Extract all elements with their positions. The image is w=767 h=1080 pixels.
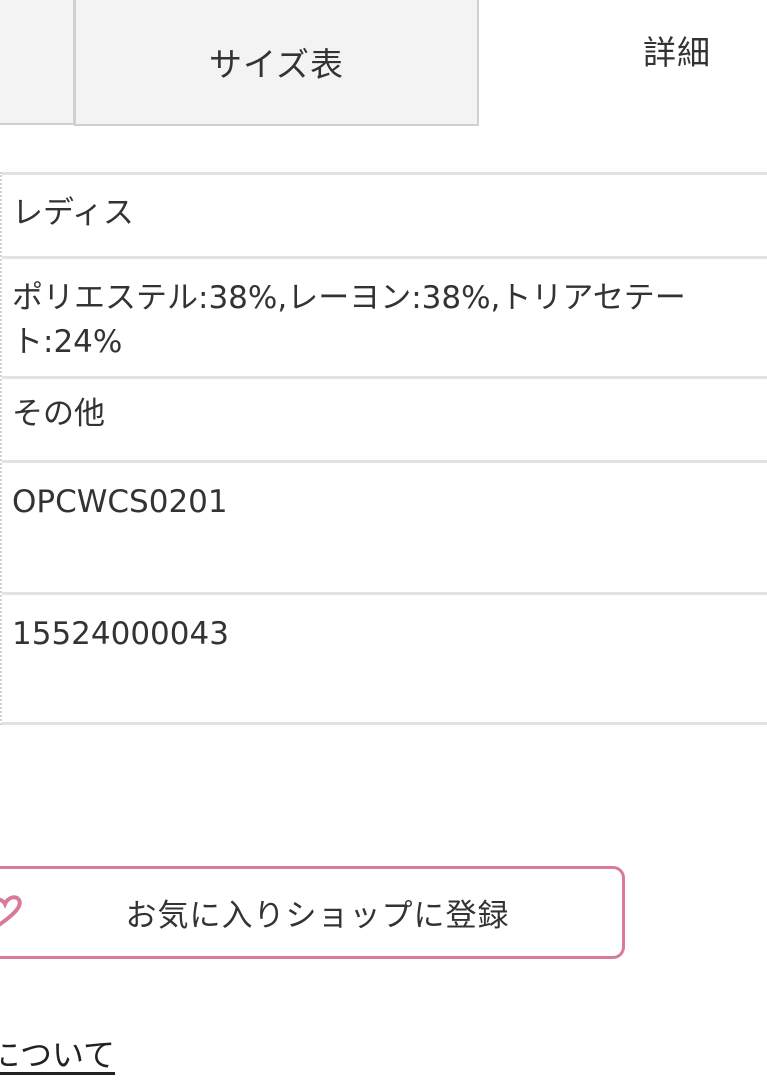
gender-value: レディス — [12, 195, 134, 231]
jan-code-value: 15524000043 — [12, 616, 229, 652]
tab-previous[interactable] — [0, 0, 75, 125]
tab-size-chart-label: サイズ表 — [208, 45, 344, 84]
favorite-shop-button[interactable]: お気に入りショップに登録 — [0, 866, 625, 959]
product-code-value: OPCWCS0201 — [12, 484, 228, 520]
detail-table: レディス ポリエステル:38%,レーヨン:38%,トリアセテート:24% その他… — [0, 172, 767, 725]
detail-row-product-code: OPCWCS0201 — [2, 460, 767, 592]
product-detail-page: サイズ表 詳細 レディス ポリエステル:38%,レーヨン:38%,トリアセテート… — [0, 0, 767, 1080]
about-link[interactable]: について — [0, 1030, 115, 1076]
detail-row-gender: レディス — [2, 172, 767, 256]
detail-row-jan-code: 15524000043 — [2, 592, 767, 725]
origin-value: その他 — [12, 396, 105, 432]
heart-icon — [0, 895, 22, 927]
detail-row-origin: その他 — [2, 376, 767, 460]
material-value: ポリエステル:38%,レーヨン:38%,トリアセテート:24% — [12, 280, 686, 360]
favorite-shop-label: お気に入りショップに登録 — [125, 898, 510, 934]
tab-details-label: 詳細 — [643, 33, 711, 72]
tab-size-chart[interactable]: サイズ表 — [74, 0, 479, 126]
detail-row-material: ポリエステル:38%,レーヨン:38%,トリアセテート:24% — [2, 256, 767, 376]
tab-bar: サイズ表 詳細 — [0, 0, 767, 126]
tab-details[interactable]: 詳細 — [479, 0, 767, 100]
